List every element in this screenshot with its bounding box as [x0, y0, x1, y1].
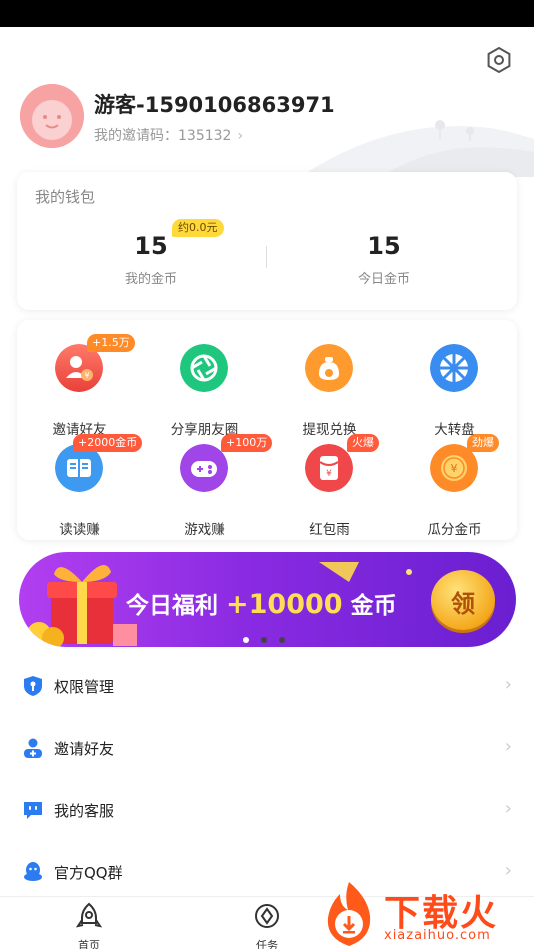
claim-button-label: 领	[451, 590, 475, 618]
tab-tasks[interactable]: 任务	[227, 901, 307, 949]
avatar-face-icon	[20, 84, 84, 148]
qq-penguin-icon	[24, 862, 42, 881]
add-user-icon	[24, 738, 42, 758]
menu-item-invite-friends[interactable]: 邀请好友 ›	[0, 718, 534, 780]
money-bag-icon	[305, 344, 353, 392]
watermark-logo: 下载火 xiazaihuo.com	[316, 880, 534, 949]
badge: +1.5万	[87, 334, 135, 352]
badge: +2000金币	[73, 434, 143, 452]
banner-amount: +10000	[226, 589, 343, 620]
grid-item-wheel[interactable]: 大转盘	[392, 332, 517, 438]
username: 游客-1590106863971	[94, 93, 335, 117]
my-coins-stat[interactable]: 15 我的金币	[51, 232, 251, 287]
my-coins-label: 我的金币	[124, 272, 177, 287]
tab-home-label: 首页	[78, 939, 100, 949]
grid-item-invite-friends[interactable]: ¥ +1.5万 邀请好友	[17, 332, 142, 438]
chat-bubble-icon	[24, 802, 42, 819]
divider	[266, 246, 267, 268]
feature-grid: ¥ +1.5万 邀请好友 分享朋友圈 提现兑换 大转盘 +2000金币 读读赚 …	[17, 320, 517, 540]
today-coins-stat[interactable]: 15 今日金币	[284, 232, 484, 287]
menu-item-label: 我的客服	[54, 802, 115, 820]
flame-logo-icon	[327, 882, 371, 946]
svg-text:¥: ¥	[326, 469, 332, 479]
shield-icon	[24, 676, 42, 696]
chevron-right-icon: ›	[504, 798, 512, 819]
chevron-right-icon: ›	[504, 860, 512, 881]
wallet-card: 我的钱包 约0.0元 15 我的金币 15 今日金币	[17, 172, 517, 310]
carousel-dot[interactable]	[279, 637, 285, 643]
tab-tasks-label: 任务	[256, 939, 278, 949]
grid-item-label: 游戏赚	[184, 522, 225, 538]
today-coins-value: 15	[367, 232, 401, 260]
badge: 劲爆	[467, 434, 499, 452]
my-coins-value: 15	[134, 232, 168, 260]
grid-item-label: 读读赚	[59, 522, 100, 538]
grid-item-label: 红包雨	[309, 522, 350, 538]
carousel-dot[interactable]	[261, 637, 267, 643]
banner-text: 今日福利 +10000 金币	[126, 586, 397, 620]
wallet-title: 我的钱包	[35, 188, 96, 206]
grid-item-split-coins[interactable]: ¥ 劲爆 瓜分金币	[392, 432, 517, 538]
chevron-right-icon: ›	[504, 736, 512, 757]
invite-code[interactable]: 我的邀请码：135132 ›	[94, 125, 243, 145]
avatar[interactable]	[20, 84, 84, 148]
badge: +100万	[221, 434, 273, 452]
compass-icon	[255, 904, 279, 928]
grid-item-read-earn[interactable]: +2000金币 读读赚	[17, 432, 143, 538]
chevron-right-icon: ›	[504, 674, 512, 695]
svg-text:¥: ¥	[451, 462, 458, 475]
banner-text-suffix: 金币	[350, 593, 397, 619]
red-envelope-icon: ¥	[305, 444, 353, 492]
menu-item-label: 权限管理	[54, 678, 115, 696]
promo-banner[interactable]: 今日福利 +10000 金币 领	[19, 552, 516, 647]
grid-item-withdraw[interactable]: 提现兑换	[267, 332, 392, 438]
status-bar	[0, 0, 534, 27]
moments-aperture-icon	[180, 344, 228, 392]
badge: 火爆	[347, 434, 379, 452]
today-coins-label: 今日金币	[357, 272, 410, 287]
menu-item-permissions[interactable]: 权限管理 ›	[0, 656, 534, 718]
tab-home[interactable]: 首页	[49, 901, 129, 949]
grid-item-game-earn[interactable]: +100万 游戏赚	[142, 432, 273, 538]
rocket-icon	[75, 902, 103, 928]
menu-item-label: 官方QQ群	[54, 864, 123, 882]
carousel-dot-active[interactable]	[243, 637, 249, 643]
claim-button[interactable]: 领	[431, 570, 495, 630]
watermark-url: xiazaihuo.com	[384, 928, 491, 943]
grid-item-share-moments[interactable]: 分享朋友圈	[142, 332, 267, 438]
settings-hexagon-icon[interactable]	[484, 45, 514, 75]
grid-item-label: 瓜分金币	[427, 522, 482, 538]
banner-text-prefix: 今日福利	[126, 593, 218, 619]
grid-item-red-envelope-rain[interactable]: ¥ 火爆 红包雨	[267, 432, 392, 538]
menu-item-label: 邀请好友	[54, 740, 115, 758]
invite-code-label: 我的邀请码：135132	[94, 128, 232, 144]
profile-header: 游客-1590106863971 我的邀请码：135132 ›	[0, 27, 534, 177]
wheel-icon	[430, 344, 478, 392]
menu-item-customer-service[interactable]: 我的客服 ›	[0, 780, 534, 842]
chevron-right-icon: ›	[237, 128, 244, 144]
svg-text:¥: ¥	[84, 371, 89, 380]
